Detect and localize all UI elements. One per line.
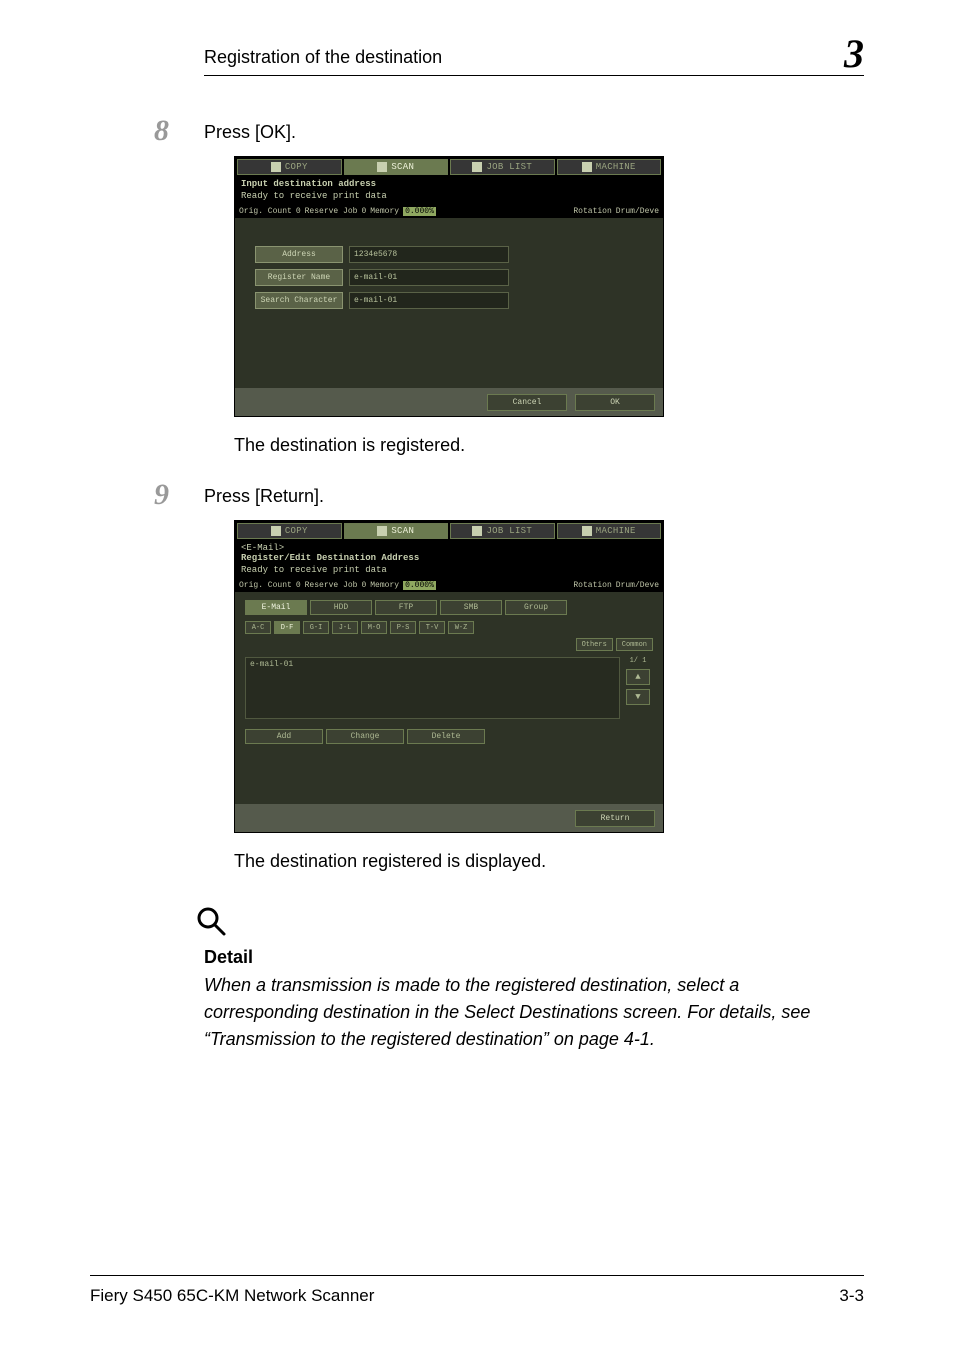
machine-icon xyxy=(582,526,592,536)
screen-title: Input destination address xyxy=(241,179,657,189)
register-name-value: e-mail-01 xyxy=(349,269,509,286)
magnifier-icon xyxy=(194,904,228,938)
breadcrumb: <E-Mail> xyxy=(241,543,657,553)
tab-joblist[interactable]: JOB LIST xyxy=(450,159,555,175)
address-table[interactable]: e-mail-01 xyxy=(245,657,620,719)
alpha-ac[interactable]: A-C xyxy=(245,621,271,634)
status-bar: Orig. Count0 Reserve Job0 Memory0.000% R… xyxy=(235,207,663,218)
ready-message: Ready to receive print data xyxy=(241,565,657,575)
tab-copy[interactable]: COPY xyxy=(237,159,342,175)
page-indicator: 1/ 1 xyxy=(630,657,647,665)
address-button[interactable]: Address xyxy=(255,246,343,263)
dest-tab-email[interactable]: E-Mail xyxy=(245,600,307,615)
add-button[interactable]: Add xyxy=(245,729,323,744)
detail-body: When a transmission is made to the regis… xyxy=(204,972,844,1053)
register-name-button[interactable]: Register Name xyxy=(255,269,343,286)
dest-tab-ftp[interactable]: FTP xyxy=(375,600,437,615)
joblist-icon xyxy=(472,526,482,536)
alpha-jl[interactable]: J-L xyxy=(332,621,358,634)
machine-icon xyxy=(582,162,592,172)
change-button[interactable]: Change xyxy=(326,729,404,744)
scan-icon xyxy=(377,526,387,536)
search-character-button[interactable]: Search Character xyxy=(255,292,343,309)
alpha-df[interactable]: D-F xyxy=(274,621,300,634)
running-head: Registration of the destination xyxy=(204,47,442,68)
alpha-tv[interactable]: T-V xyxy=(419,621,445,634)
step-text-9: Press [Return]. xyxy=(204,480,324,507)
step-number-9: 9 xyxy=(154,480,204,510)
cancel-button[interactable]: Cancel xyxy=(487,394,567,411)
alpha-wz[interactable]: W-Z xyxy=(448,621,474,634)
tab-machine[interactable]: MACHINE xyxy=(557,159,662,175)
others-button[interactable]: Others xyxy=(576,638,613,651)
footer-rule xyxy=(90,1275,864,1276)
step8-result: The destination is registered. xyxy=(234,435,864,456)
page-down-button[interactable]: ▼ xyxy=(626,689,650,705)
alpha-ps[interactable]: P-S xyxy=(390,621,416,634)
dest-tab-group[interactable]: Group xyxy=(505,600,567,615)
screenshot-input-destination: COPY SCAN JOB LIST MACHINE Input destina… xyxy=(234,156,664,417)
copy-icon xyxy=(271,526,281,536)
address-value: 1234e5678 xyxy=(349,246,509,263)
delete-button[interactable]: Delete xyxy=(407,729,485,744)
detail-heading: Detail xyxy=(204,947,864,968)
copy-icon xyxy=(271,162,281,172)
dest-tab-smb[interactable]: SMB xyxy=(440,600,502,615)
page-up-button[interactable]: ▲ xyxy=(626,669,650,685)
return-button[interactable]: Return xyxy=(575,810,655,827)
table-row[interactable]: e-mail-01 xyxy=(250,660,615,669)
alpha-mo[interactable]: M-O xyxy=(361,621,387,634)
tab-machine[interactable]: MACHINE xyxy=(557,523,662,539)
tab-scan[interactable]: SCAN xyxy=(344,523,449,539)
tab-copy[interactable]: COPY xyxy=(237,523,342,539)
scan-icon xyxy=(377,162,387,172)
step-text-8: Press [OK]. xyxy=(204,116,296,143)
ready-message: Ready to receive print data xyxy=(241,191,657,201)
footer-product: Fiery S450 65C-KM Network Scanner xyxy=(90,1286,374,1306)
tab-scan[interactable]: SCAN xyxy=(344,159,449,175)
tab-joblist[interactable]: JOB LIST xyxy=(450,523,555,539)
ok-button[interactable]: OK xyxy=(575,394,655,411)
common-button[interactable]: Common xyxy=(616,638,653,651)
alpha-gi[interactable]: G-I xyxy=(303,621,329,634)
chapter-number: 3 xyxy=(844,30,864,77)
step-number-8: 8 xyxy=(154,116,204,146)
screen-title: Register/Edit Destination Address xyxy=(241,553,657,563)
header-rule xyxy=(204,75,864,76)
joblist-icon xyxy=(472,162,482,172)
step9-result: The destination registered is displayed. xyxy=(234,851,864,872)
dest-tab-hdd[interactable]: HDD xyxy=(310,600,372,615)
footer-page: 3-3 xyxy=(839,1286,864,1306)
search-character-value: e-mail-01 xyxy=(349,292,509,309)
status-bar: Orig. Count0 Reserve Job0 Memory0.000% R… xyxy=(235,581,663,592)
screenshot-register-edit: COPY SCAN JOB LIST MACHINE <E-Mail> Regi… xyxy=(234,520,664,833)
